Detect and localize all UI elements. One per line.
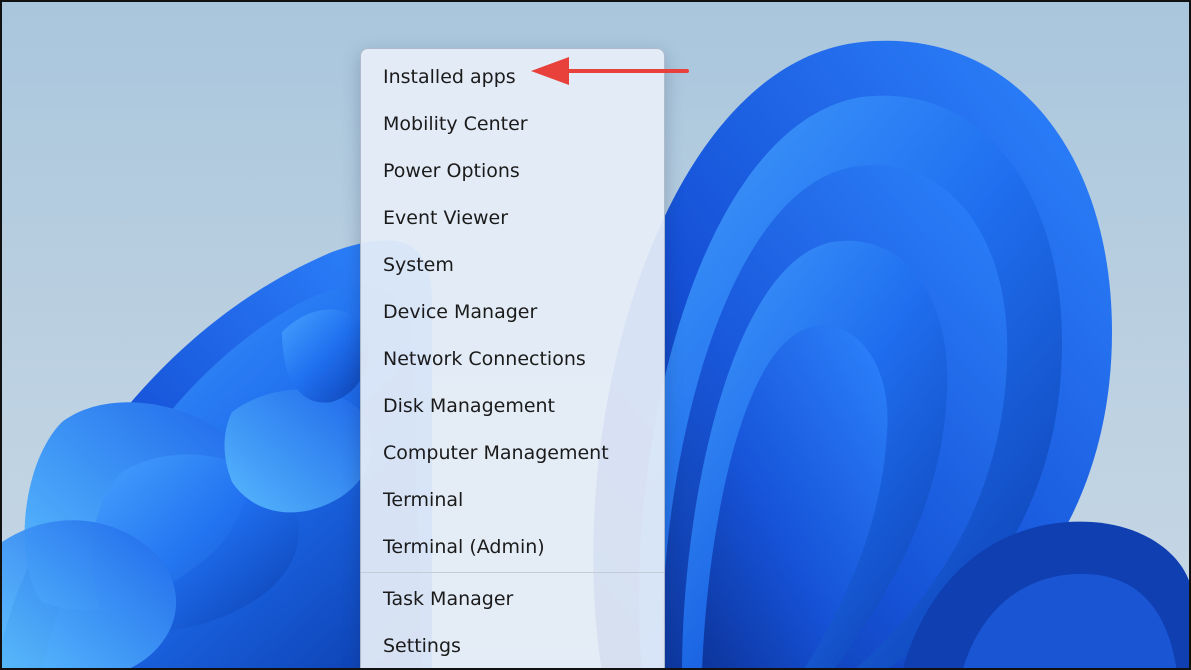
menu-item-system[interactable]: System — [361, 242, 664, 289]
menu-item-power-options[interactable]: Power Options — [361, 148, 664, 195]
menu-separator — [361, 572, 664, 573]
winx-context-menu: Installed apps Mobility Center Power Opt… — [360, 48, 665, 668]
menu-item-disk-management[interactable]: Disk Management — [361, 383, 664, 430]
menu-item-computer-management[interactable]: Computer Management — [361, 430, 664, 477]
menu-item-terminal-admin[interactable]: Terminal (Admin) — [361, 524, 664, 571]
menu-item-network-connections[interactable]: Network Connections — [361, 336, 664, 383]
menu-item-terminal[interactable]: Terminal — [361, 477, 664, 524]
menu-item-mobility-center[interactable]: Mobility Center — [361, 101, 664, 148]
menu-item-task-manager[interactable]: Task Manager — [361, 576, 664, 623]
red-arrow-icon — [531, 57, 689, 85]
desktop: Installed apps Mobility Center Power Opt… — [0, 0, 1191, 670]
menu-item-settings[interactable]: Settings — [361, 623, 664, 668]
menu-item-event-viewer[interactable]: Event Viewer — [361, 195, 664, 242]
menu-item-device-manager[interactable]: Device Manager — [361, 289, 664, 336]
